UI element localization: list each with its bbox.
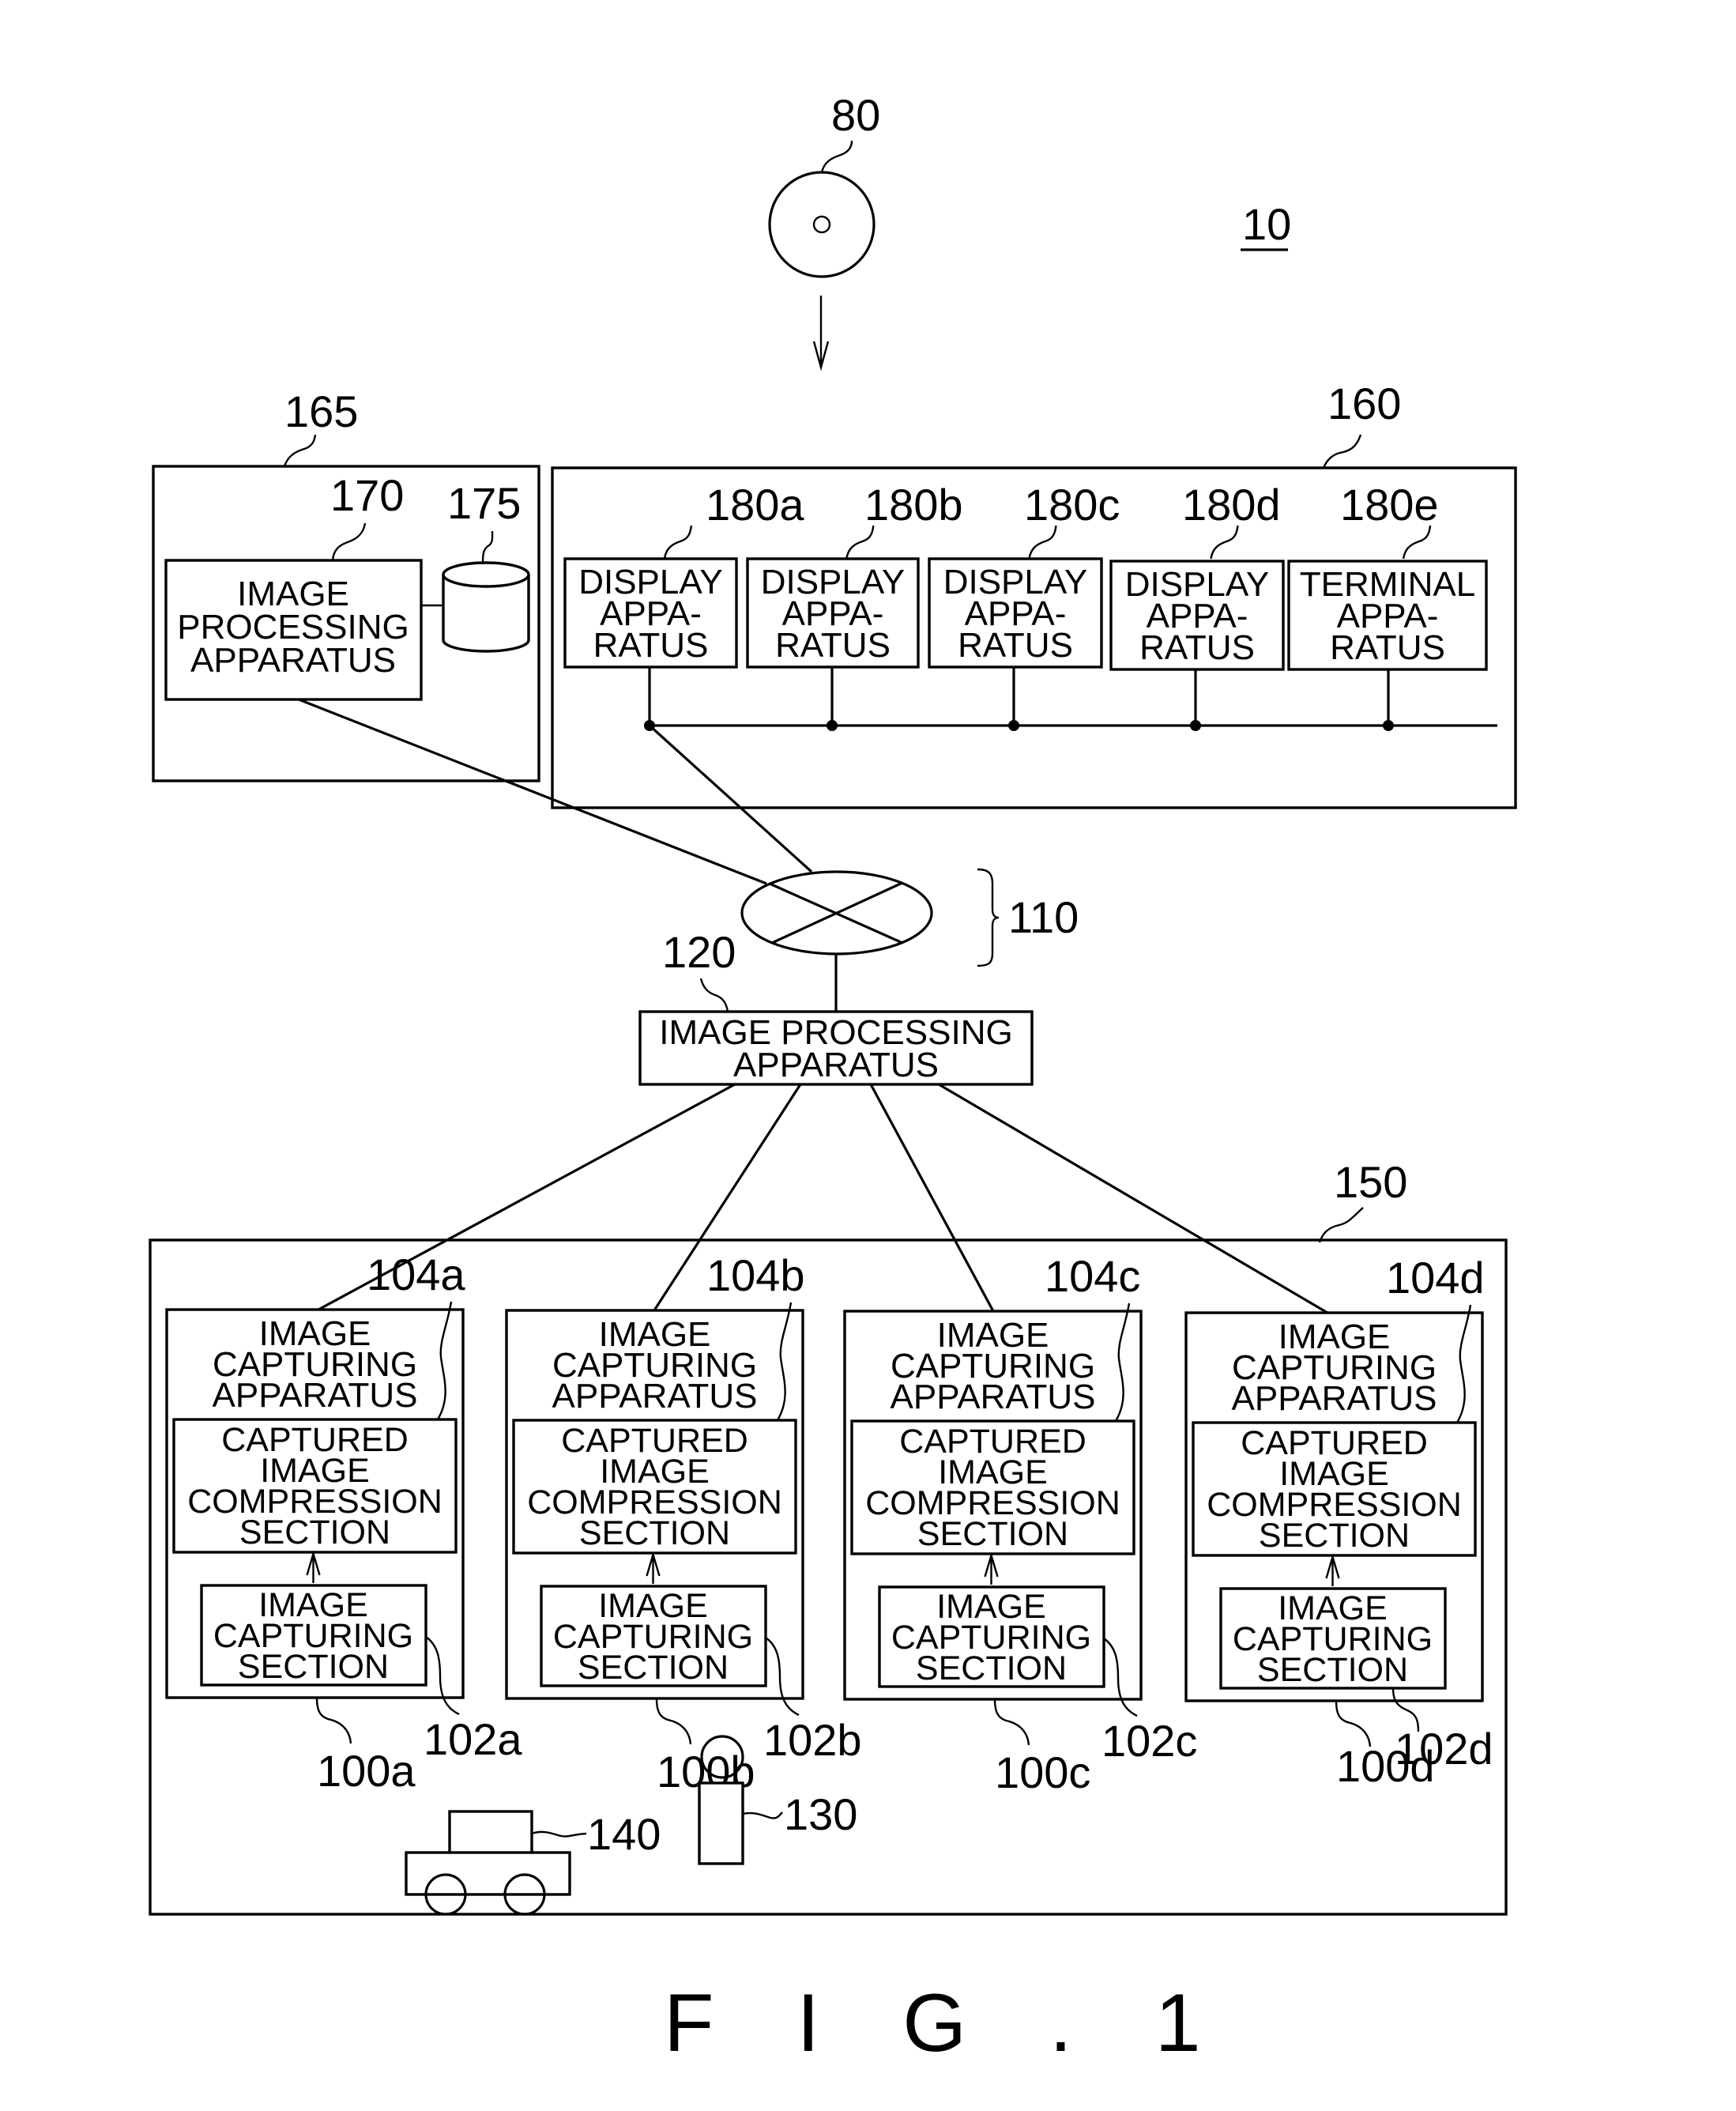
- ref-label-150: 150: [1334, 1157, 1407, 1207]
- capture-label-line: SECTION: [238, 1648, 389, 1686]
- ref-label-104c: 104c: [1045, 1251, 1140, 1301]
- compression-label-line: SECTION: [1259, 1517, 1410, 1555]
- leader-line-160: [1322, 434, 1362, 469]
- apparatus-170-line: APPARATUS: [190, 641, 396, 680]
- device-label-line: RATUS: [1139, 628, 1255, 667]
- ref-label-140: 140: [587, 1809, 661, 1859]
- apparatus-label-line: APPARATUS: [213, 1376, 418, 1415]
- storage-medium-80: 80: [768, 90, 880, 371]
- device-label-line: RATUS: [593, 626, 709, 665]
- capture-label-line: SECTION: [916, 1649, 1067, 1687]
- database-cylinder-icon: [442, 561, 530, 653]
- disc-hole: [812, 215, 831, 234]
- bracket-110: [977, 868, 1000, 967]
- ref-label-80: 80: [831, 90, 880, 140]
- ref-label-165: 165: [284, 386, 358, 436]
- disc-icon: [768, 171, 876, 278]
- ref-label-102a: 102a: [424, 1714, 522, 1764]
- bus-junction-dot: [1190, 720, 1201, 731]
- leader-line-165: [283, 434, 317, 467]
- ref-label-180a: 180a: [706, 480, 804, 530]
- fig1-diagram: 80 10 165 IMAGE PROCESSING APPARATUS 170…: [149, 90, 1517, 2069]
- ref-label-104d: 104d: [1386, 1253, 1485, 1302]
- device-label-line: RATUS: [775, 626, 891, 665]
- ref-label-100c: 100c: [995, 1747, 1090, 1797]
- bus-junction-dot: [827, 720, 838, 731]
- ref-label-110: 110: [1008, 892, 1079, 942]
- bus-junction-dot: [1008, 720, 1019, 731]
- ref-label-170: 170: [330, 470, 404, 520]
- ref-label-180b: 180b: [864, 480, 963, 530]
- apparatus-label-line: APPARATUS: [552, 1377, 758, 1416]
- device-label-line: RATUS: [958, 626, 1073, 665]
- leader-line-80: [820, 140, 853, 173]
- ref-label-100a: 100a: [317, 1746, 416, 1796]
- ref-label-102d: 102d: [1395, 1724, 1493, 1774]
- capture-label-line: SECTION: [1257, 1651, 1408, 1689]
- capture-label-line: SECTION: [578, 1649, 729, 1687]
- ref-label-160: 160: [1327, 379, 1401, 428]
- ref-label-130: 130: [784, 1789, 857, 1839]
- ref-label-180c: 180c: [1024, 480, 1120, 530]
- apparatus-label-line: APPARATUS: [891, 1378, 1096, 1416]
- ref-label-180e: 180e: [1340, 480, 1439, 530]
- network-110: 110: [740, 868, 1079, 967]
- compression-label-line: SECTION: [239, 1514, 390, 1551]
- apparatus-120-line: APPARATUS: [733, 1046, 939, 1084]
- ref-label-10: 10: [1242, 199, 1291, 249]
- device-label-line: RATUS: [1330, 628, 1445, 667]
- ref-label-102c: 102c: [1101, 1716, 1197, 1766]
- ref-label-102b: 102b: [763, 1715, 862, 1765]
- leader-line-150: [1318, 1207, 1364, 1243]
- ref-label-104a: 104a: [367, 1250, 465, 1299]
- ref-label-180d: 180d: [1182, 480, 1281, 530]
- ref-label-104b: 104b: [706, 1250, 805, 1300]
- processing-site-165: 165 IMAGE PROCESSING APPARATUS 170 175: [152, 386, 540, 782]
- figure-title: F I G . 1: [664, 1977, 1231, 2069]
- bus-junction-dot: [1383, 720, 1394, 731]
- system-ref-10: 10: [1241, 199, 1291, 251]
- ref-label-175: 175: [447, 478, 521, 528]
- apparatus-label-line: APPARATUS: [1232, 1379, 1437, 1418]
- compression-label-line: SECTION: [917, 1515, 1068, 1553]
- ref-label-120: 120: [662, 927, 736, 977]
- compression-label-line: SECTION: [579, 1514, 730, 1552]
- leader-line-120: [699, 978, 729, 1012]
